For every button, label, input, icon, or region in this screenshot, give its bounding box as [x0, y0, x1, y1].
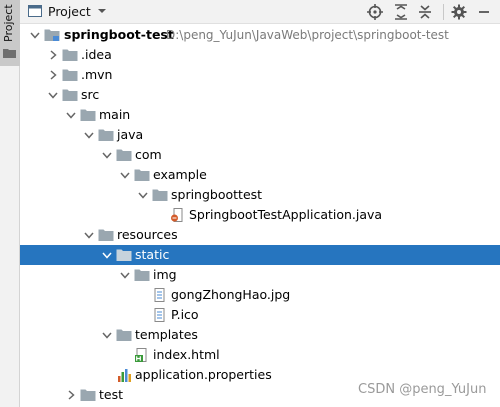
tree-row-mvn[interactable]: .mvn [20, 65, 500, 85]
tree-item-label: img [153, 267, 177, 282]
toolbar-divider [443, 4, 444, 20]
tree-row-root[interactable]: springboot-test D:\peng_YuJun\JavaWeb\pr… [20, 25, 500, 45]
folder-icon [62, 89, 78, 101]
folder-icon [62, 69, 78, 81]
tree-row-templates[interactable]: templates [20, 325, 500, 345]
folder-icon [116, 329, 132, 341]
source-folder-icon [98, 129, 114, 141]
tree-row-springboottest[interactable]: springboottest [20, 185, 500, 205]
spring-boot-class-icon [171, 208, 183, 222]
tree-row-java[interactable]: java [20, 125, 500, 145]
folder-icon [80, 109, 96, 121]
collapse-all-icon[interactable] [416, 3, 434, 21]
package-folder-icon [134, 169, 150, 181]
tree-item-label: .idea [81, 47, 112, 62]
locate-icon[interactable] [366, 3, 384, 21]
folder-icon [80, 389, 96, 401]
tree-row-resources[interactable]: resources [20, 225, 500, 245]
tree-item-label: templates [135, 327, 198, 342]
tree-row-static[interactable]: static [20, 245, 500, 265]
left-tool-strip: Project [0, 0, 20, 407]
chevron-down-icon[interactable] [84, 230, 94, 240]
project-tree: springboot-test D:\peng_YuJun\JavaWeb\pr… [20, 24, 500, 407]
image-file-icon [154, 288, 165, 302]
tree-row-image-file-2[interactable]: P.ico [20, 305, 500, 325]
tree-row-com[interactable]: com [20, 145, 500, 165]
tree-item-label: src [81, 87, 100, 102]
tree-item-label: gongZhongHao.jpg [171, 287, 291, 302]
tree-item-label: P.ico [171, 307, 199, 322]
folder-icon [62, 49, 78, 61]
chevron-right-icon[interactable] [48, 50, 58, 60]
chevron-down-icon[interactable] [102, 330, 112, 340]
chevron-down-icon[interactable] [138, 190, 148, 200]
view-selector-label[interactable]: Project [48, 4, 91, 19]
properties-file-icon [118, 369, 131, 382]
gear-icon[interactable] [450, 3, 468, 21]
tree-row-src[interactable]: src [20, 85, 500, 105]
image-file-icon [154, 308, 165, 322]
folder-icon [3, 49, 16, 58]
tree-item-label: main [99, 107, 131, 122]
package-folder-icon [152, 189, 168, 201]
chevron-right-icon[interactable] [66, 390, 76, 400]
tree-row-application-class[interactable]: SpringbootTestApplication.java [20, 205, 500, 225]
chevron-down-icon[interactable] [97, 6, 107, 16]
project-tool-window-header: Project [20, 0, 500, 24]
tree-row-img[interactable]: img [20, 265, 500, 285]
tree-row-main[interactable]: main [20, 105, 500, 125]
chevron-down-icon[interactable] [84, 130, 94, 140]
tree-item-label: com [135, 147, 162, 162]
tree-item-label: springboottest [171, 187, 263, 202]
hide-icon[interactable] [475, 3, 493, 21]
tree-item-label: .mvn [81, 67, 113, 82]
tree-row-image-file-1[interactable]: gongZhongHao.jpg [20, 285, 500, 305]
chevron-down-icon[interactable] [30, 30, 40, 40]
folder-icon [116, 249, 132, 261]
folder-icon [134, 269, 150, 281]
tree-item-label: test [99, 387, 124, 402]
project-tool-tab[interactable]: Project [0, 0, 20, 66]
tree-item-label: springboot-test [64, 27, 174, 42]
tree-row-idea[interactable]: .idea [20, 45, 500, 65]
module-folder-icon [44, 29, 60, 41]
project-path: D:\peng_YuJun\JavaWeb\project\springboot… [166, 28, 449, 42]
chevron-down-icon[interactable] [48, 90, 58, 100]
expand-all-icon[interactable] [392, 3, 410, 21]
tree-item-label: SpringbootTestApplication.java [189, 207, 383, 222]
tree-item-label: java [117, 127, 144, 142]
project-view-icon [28, 5, 42, 17]
tree-row-index-html[interactable]: index.html [20, 345, 500, 365]
tree-item-label: index.html [153, 347, 220, 362]
project-tool-tab-label: Project [2, 4, 15, 42]
chevron-down-icon[interactable] [120, 270, 130, 280]
tree-item-label: static [135, 247, 170, 262]
tree-item-label: application.properties [135, 367, 272, 382]
tree-item-label: example [153, 167, 207, 182]
html-file-icon [135, 348, 147, 362]
package-folder-icon [116, 149, 132, 161]
chevron-down-icon[interactable] [120, 170, 130, 180]
chevron-right-icon[interactable] [48, 70, 58, 80]
tree-row-example[interactable]: example [20, 165, 500, 185]
watermark: CSDN @peng_YuJun [358, 382, 487, 397]
chevron-down-icon[interactable] [102, 250, 112, 260]
chevron-down-icon[interactable] [66, 110, 76, 120]
resources-folder-icon [98, 229, 114, 241]
chevron-down-icon[interactable] [102, 150, 112, 160]
tree-item-label: resources [117, 227, 178, 242]
